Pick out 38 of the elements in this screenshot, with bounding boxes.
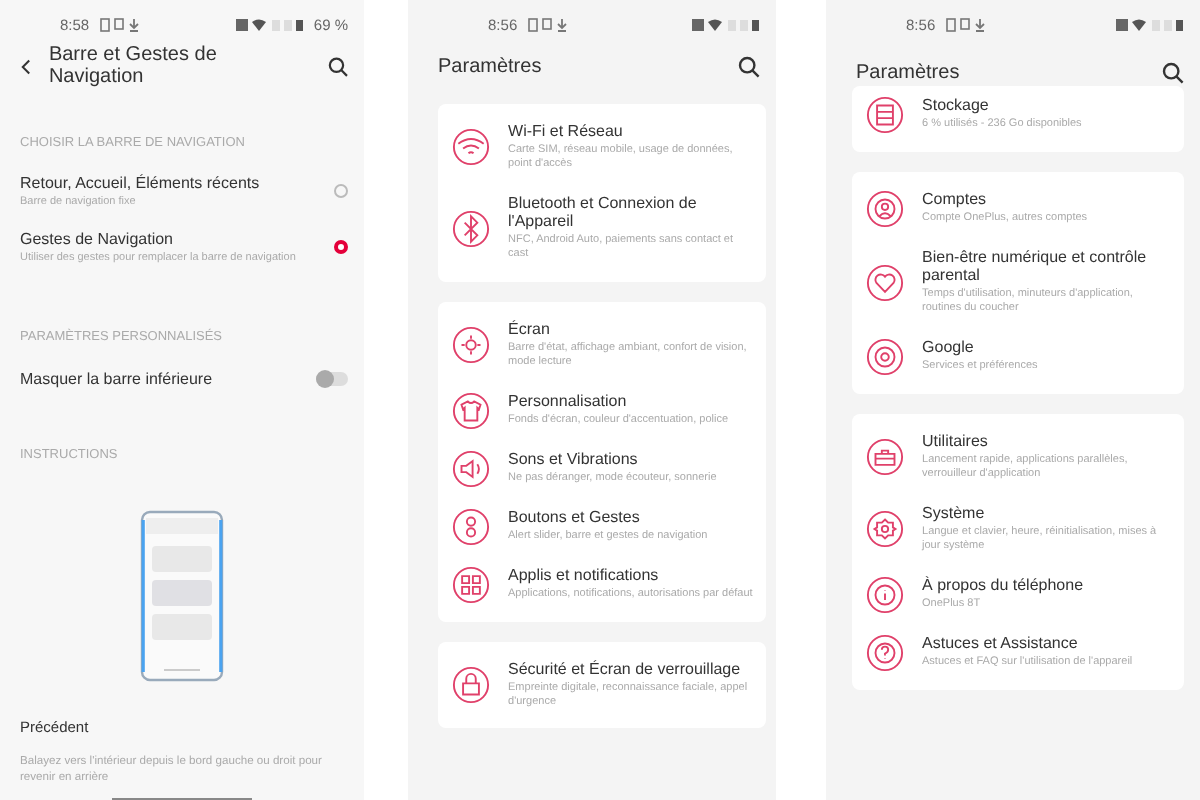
- item-title: Google: [922, 338, 976, 357]
- wifi-icon: [452, 128, 491, 167]
- search-icon[interactable]: [327, 55, 349, 77]
- bluetooth-icon: [452, 209, 491, 248]
- notification-icons: [945, 17, 986, 31]
- item-title: Astuces et Assistance: [922, 633, 1080, 652]
- item-title: Utilitaires: [922, 431, 990, 450]
- option-label: Retour, Accueil, Éléments récents: [20, 173, 262, 192]
- notification-icons: [99, 17, 140, 31]
- item-title: Écran: [508, 319, 552, 338]
- screen-title: Paramètres: [438, 55, 542, 77]
- radio-button[interactable]: [334, 184, 349, 199]
- option-label: Masquer la barre inférieure: [20, 370, 215, 389]
- search-icon[interactable]: [738, 55, 761, 77]
- item-title: À propos du téléphone: [922, 575, 1084, 594]
- search-icon[interactable]: [1162, 62, 1184, 84]
- item-title: Stockage: [922, 96, 991, 115]
- item-title: Personnalisation: [508, 391, 629, 410]
- back-icon[interactable]: [20, 57, 33, 75]
- sound-icon: [452, 449, 491, 488]
- toggle-switch[interactable]: [316, 372, 349, 387]
- status-icons: [1116, 17, 1184, 31]
- item-title: Applis et notifications: [508, 565, 661, 584]
- status-icons: [692, 17, 761, 31]
- item-title: Wi-Fi et Réseau: [508, 122, 625, 140]
- item-title: Comptes: [922, 190, 989, 209]
- item-title: Système: [922, 503, 987, 522]
- notification-icons: [527, 17, 568, 31]
- item-title: Sons et Vibrations: [508, 449, 640, 468]
- option-label: Gestes de Navigation: [20, 229, 175, 248]
- status-icons: [235, 17, 304, 31]
- radio-button[interactable]: [334, 240, 349, 255]
- screen-title: Paramètres: [856, 62, 960, 84]
- item-title: Bluetooth et Connexion de l'Appareil: [508, 193, 699, 230]
- item-title: Sécurité et Écran de verrouillage: [508, 659, 743, 678]
- item-title: Bien-être numérique et contrôle parental: [922, 248, 1149, 284]
- item-title: Boutons et Gestes: [508, 507, 642, 526]
- screen-title: Barre et Gestes de Navigation: [48, 44, 219, 88]
